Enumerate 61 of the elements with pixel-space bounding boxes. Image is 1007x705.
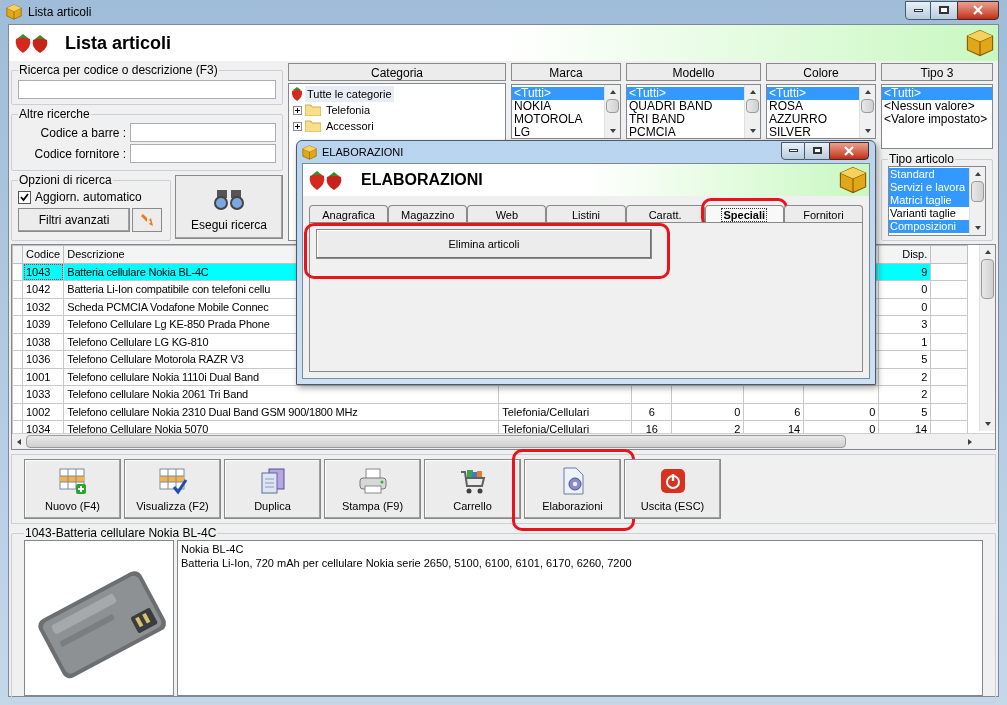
- cell-text: Telefono Cellulare LG KG-810: [67, 335, 209, 348]
- group-label: Opzioni di ricerca: [18, 173, 113, 187]
- tab[interactable]: Magazzino: [388, 204, 468, 225]
- list-item[interactable]: MOTOROLA: [512, 113, 604, 126]
- group-label: Altre ricerche: [18, 107, 91, 121]
- tree-item[interactable]: Accessori: [324, 117, 376, 135]
- cell-text: Telefono Cellulare Motorola RAZR V3: [67, 353, 244, 365]
- checkbox-label: Aggiorn. automatico: [35, 189, 142, 206]
- toolbar-button[interactable]: Carrello: [424, 459, 521, 519]
- action-button[interactable]: Elimina articoli: [316, 229, 652, 259]
- list-item[interactable]: SILVER: [767, 126, 859, 139]
- page-title: Lista articoli: [65, 31, 172, 55]
- cell-text: Telefono cellulare Nokia 1110i Dual Band: [67, 370, 259, 383]
- toolbar-button[interactable]: Uscita (ESC): [624, 459, 721, 519]
- list-item[interactable]: <Valore impostato>: [882, 113, 992, 126]
- description-line: Nokia BL-4C: [181, 542, 245, 556]
- description-line: Batteria Li-Ion, 720 mAh per cellulare Nokia serie 2650, 5100, 6100, 6101, 6170, 6260, 7200: [181, 556, 633, 570]
- cell-text: Scheda PCMCIA Vodafone Mobile Connec: [67, 300, 269, 313]
- cell-text: Telefono cellulare Nokia 2310 Dual Band GSM 900/1800 MHz: [67, 405, 358, 418]
- tab[interactable]: Web: [467, 204, 547, 225]
- cell-text: Batteria cellulare Nokia BL-4C: [67, 265, 209, 278]
- toolbar-button[interactable]: Elaborazioni: [524, 459, 621, 519]
- toolbar-button[interactable]: Nuovo (F4): [24, 459, 121, 519]
- run-search-button[interactable]: Esegui ricerca: [175, 175, 283, 239]
- list-item[interactable]: LG: [512, 126, 604, 139]
- group-label: 1043-Batteria cellulare Nokia BL-4C: [24, 526, 218, 540]
- toolbar-button[interactable]: Visualizza (F2): [124, 459, 221, 519]
- tree-item[interactable]: Tutte le categorie: [305, 85, 394, 103]
- group-label: Tipo articolo: [888, 152, 955, 166]
- cell-text: Batteria Li-Ion compatibile con telefoni cellu: [67, 283, 271, 295]
- window-title: Lista articoli: [28, 4, 92, 21]
- list-item[interactable]: TRI BAND: [627, 113, 744, 126]
- tab[interactable]: Listini: [546, 204, 626, 225]
- list-item[interactable]: <Nessun valore>: [882, 100, 992, 113]
- list-item[interactable]: PCMCIA: [627, 126, 744, 139]
- column-header[interactable]: Modello: [626, 63, 761, 81]
- cell-text: Telefono Cellulare Lg KE-850 Prada Phone: [67, 318, 270, 330]
- advanced-filters-button[interactable]: Filtri avanzati: [18, 208, 130, 232]
- column-header[interactable]: Categoria: [288, 63, 506, 81]
- cell-text: Telefono Cellulare Nokia 5070: [67, 423, 209, 433]
- column-header[interactable]: Marca: [511, 63, 621, 81]
- column-header[interactable]: Codice: [22, 245, 64, 263]
- column-header[interactable]: Disp.: [878, 245, 931, 263]
- column-header[interactable]: Descrizione: [67, 248, 125, 260]
- list-item[interactable]: Varianti taglie: [889, 207, 969, 220]
- group-label: Ricerca per codice o descrizione (F3): [18, 63, 219, 77]
- toolbar-button[interactable]: Stampa (F9): [324, 459, 421, 519]
- field-label: Codice fornitore :: [34, 145, 126, 163]
- tree-item[interactable]: Telefonia: [324, 101, 373, 119]
- list-item[interactable]: ROSA: [767, 100, 859, 113]
- list-item[interactable]: AZZURRO: [767, 113, 859, 126]
- field-label: Codice a barre :: [40, 124, 126, 142]
- column-header[interactable]: Tipo 3: [881, 63, 993, 81]
- list-item[interactable]: QUADRI BAND: [627, 100, 744, 113]
- toolbar-button[interactable]: Duplica: [224, 459, 321, 519]
- cell-text: Telefono cellulare Nokia 2061 Tri Band: [67, 388, 248, 400]
- list-item[interactable]: NOKIA: [512, 100, 604, 113]
- dialog-title: ELABORAZIONI: [322, 144, 404, 160]
- dialog-heading: ELABORAZIONI: [361, 170, 483, 190]
- column-header[interactable]: Colore: [766, 63, 876, 81]
- tab[interactable]: Anagrafica: [309, 204, 389, 225]
